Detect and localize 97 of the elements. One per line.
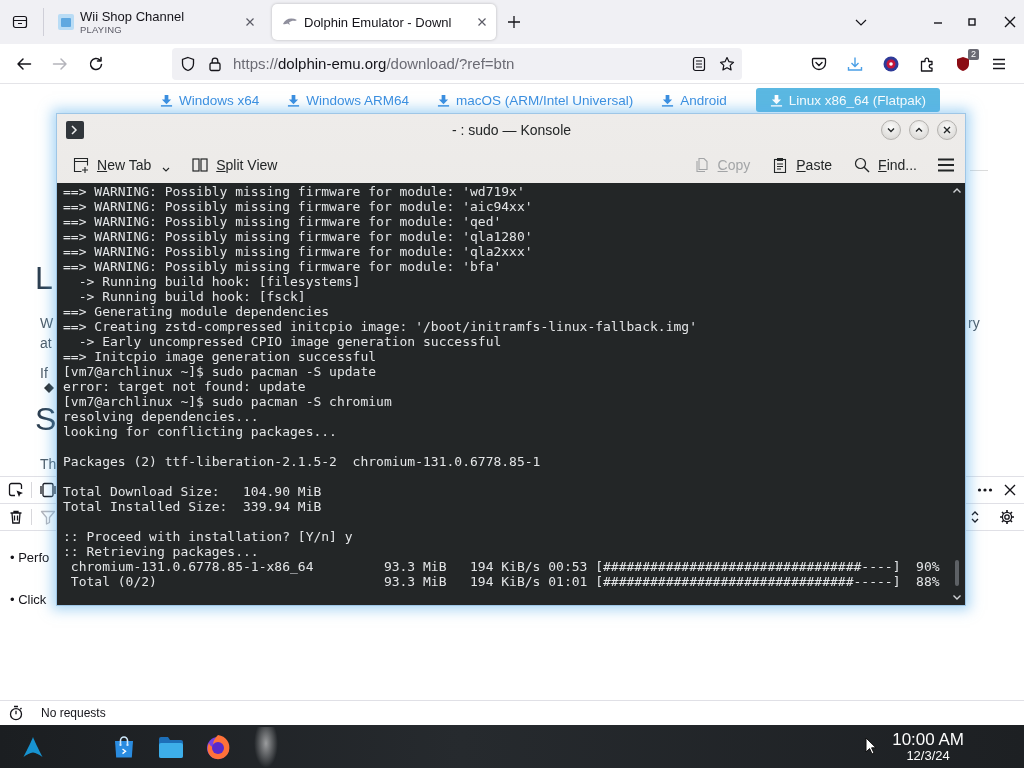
badge-count: 2 [968, 48, 979, 60]
highlight-glow [254, 727, 278, 768]
clock-date[interactable]: 12/3/24 [906, 749, 950, 763]
stopwatch-icon [8, 705, 24, 721]
terminal-line: error: target not found: update [63, 379, 306, 394]
find-button[interactable]: Find... [850, 153, 921, 176]
diamond-icon [44, 383, 54, 393]
puzzle-icon[interactable] [919, 55, 935, 72]
terminal-icon[interactable] [66, 121, 84, 139]
flame-globe-icon[interactable] [204, 732, 232, 761]
terminal-line: Packages (2) ttf-liberation-2.1.5-2 chromium-131.0.6778.85-1 [63, 454, 541, 469]
terminal-line: Total Download Size: 104.90 MiB [63, 484, 322, 499]
terminal-line: :: Retrieving packages... [63, 544, 259, 559]
maximize-button[interactable] [909, 120, 929, 140]
paragraph-text: ry [968, 314, 980, 333]
terminal-line: ==> WARNING: Possibly missing firmware for module: 'qla1280' [63, 229, 533, 244]
new-tab-button[interactable]: New Tab [69, 153, 175, 176]
menu-icon[interactable] [937, 156, 955, 173]
status-text: No requests [41, 706, 106, 720]
window-title: - : sudo — Konsole [451, 122, 572, 138]
browser-tab[interactable]: Wii Shop Channel PLAYING [48, 4, 264, 40]
download-icon [661, 93, 675, 107]
reload-icon[interactable] [88, 55, 104, 72]
paragraph-text: If [40, 364, 48, 383]
lock-icon[interactable] [207, 55, 223, 72]
terminal-line: -> Running build hook: [fsck] [77, 289, 306, 304]
shield-icon[interactable] [180, 55, 196, 72]
terminal-line: ==> WARNING: Possibly missing firmware for module: 'qed' [63, 214, 502, 229]
split-view-icon [192, 156, 209, 173]
terminal-line: :: Proceed with installation? [Y/n] y [63, 529, 353, 544]
devtools-hint: • Click [10, 591, 47, 609]
paste-button[interactable]: Paste [768, 153, 837, 176]
plus-icon[interactable] [506, 14, 522, 30]
pocket-icon[interactable] [811, 55, 827, 72]
tab-status-label: PLAYING [80, 24, 122, 35]
url-field[interactable]: https://dolphin-emu.org/download/?ref=btn [172, 47, 742, 80]
reader-view-icon[interactable] [691, 55, 707, 72]
trash-icon[interactable] [8, 509, 24, 525]
new-tab-icon [73, 156, 89, 173]
star-icon[interactable] [719, 55, 735, 72]
pick-element-icon[interactable] [8, 482, 24, 498]
terminal-line: Total (0/2) 93.3 MiB 194 KiB/s 01:01 [################################-----] 88% [69, 574, 940, 589]
device-frame-icon[interactable] [40, 482, 56, 498]
terminal-line: ==> Generating module dependencies [63, 304, 330, 319]
terminal-line: [vm7@archlinux ~]$ sudo pacman -S update [63, 364, 377, 379]
download-icon [437, 93, 451, 107]
download-icon [160, 93, 173, 107]
terminal-line: ==> Creating zstd-compressed initcpio image: '/boot/initramfs-linux-fallback.img' [63, 319, 697, 334]
devtools-hint: • Perfo [10, 549, 50, 567]
copy-icon [693, 156, 710, 173]
shopping-bag-icon[interactable] [112, 734, 136, 759]
download-icon [769, 93, 783, 107]
search-icon [854, 156, 871, 173]
tray-icon[interactable] [12, 14, 28, 30]
paragraph-text: W [40, 314, 54, 333]
sort-arrows-icon[interactable] [970, 509, 980, 525]
page-heading: S [35, 400, 57, 439]
terminal-line: looking for conflicting packages... [63, 424, 337, 439]
paragraph-text: Th [40, 455, 57, 474]
terminal-line: ==> WARNING: Possibly missing firmware for module: 'qla2xxx' [63, 244, 533, 259]
browser-tab[interactable]: Dolphin Emulator - Downl [272, 4, 496, 40]
pointer-cursor-icon [865, 737, 877, 755]
peak-logo-icon[interactable] [22, 735, 44, 758]
clock-time[interactable]: 10:00 AM [892, 730, 964, 749]
close-icon[interactable] [476, 16, 488, 28]
close-button[interactable] [937, 120, 957, 140]
arrow-left-icon[interactable] [16, 55, 32, 72]
terminal-line: ==> WARNING: Possibly missing firmware for module: 'wd719x' [63, 184, 525, 199]
close-icon[interactable] [1002, 482, 1018, 498]
download-icon [287, 93, 301, 107]
terminal-line: ==> WARNING: Possibly missing firmware for module: 'aic94xx' [63, 199, 533, 214]
terminal-line: chromium-131.0.6778.85-1-x86_64 93.3 MiB 194 KiB/s 00:53 [#################################----] 90% [69, 559, 940, 574]
app-tile-icon [58, 14, 74, 30]
split-view-button[interactable]: Split View [188, 153, 282, 176]
terminal-line: [vm7@archlinux ~]$ sudo pacman -S chromium [63, 394, 392, 409]
scroll-down-icon[interactable] [952, 592, 962, 602]
page-heading: L [35, 259, 53, 298]
terminal-line: ==> WARNING: Possibly missing firmware for module: 'bfa' [63, 259, 502, 274]
terminal-line: -> Running build hook: [filesystems] [77, 274, 361, 289]
folder-icon[interactable] [158, 735, 184, 758]
download-icon[interactable] [847, 55, 863, 72]
filled-shield-icon[interactable] [955, 55, 971, 72]
scrollbar-thumb[interactable] [955, 560, 959, 586]
terminal-line: ==> Initcpio image generation successful [63, 349, 377, 364]
terminal-line: resolving dependencies... [63, 409, 259, 424]
terminal-line: Total Installed Size: 339.94 MiB [63, 499, 322, 514]
close-icon [942, 125, 952, 135]
settings-icon[interactable] [999, 509, 1015, 525]
caret-icon [162, 166, 171, 172]
circle-emblem-icon[interactable] [883, 55, 899, 72]
paste-icon [772, 156, 789, 173]
close-icon[interactable] [1002, 14, 1018, 30]
chevron-down-icon [886, 125, 896, 135]
chevron-up-icon [914, 125, 924, 135]
minimize-button[interactable] [881, 120, 901, 140]
terminal-line: -> Early uncompressed CPIO image generation successful [77, 334, 502, 349]
paragraph-text: at [40, 334, 52, 353]
